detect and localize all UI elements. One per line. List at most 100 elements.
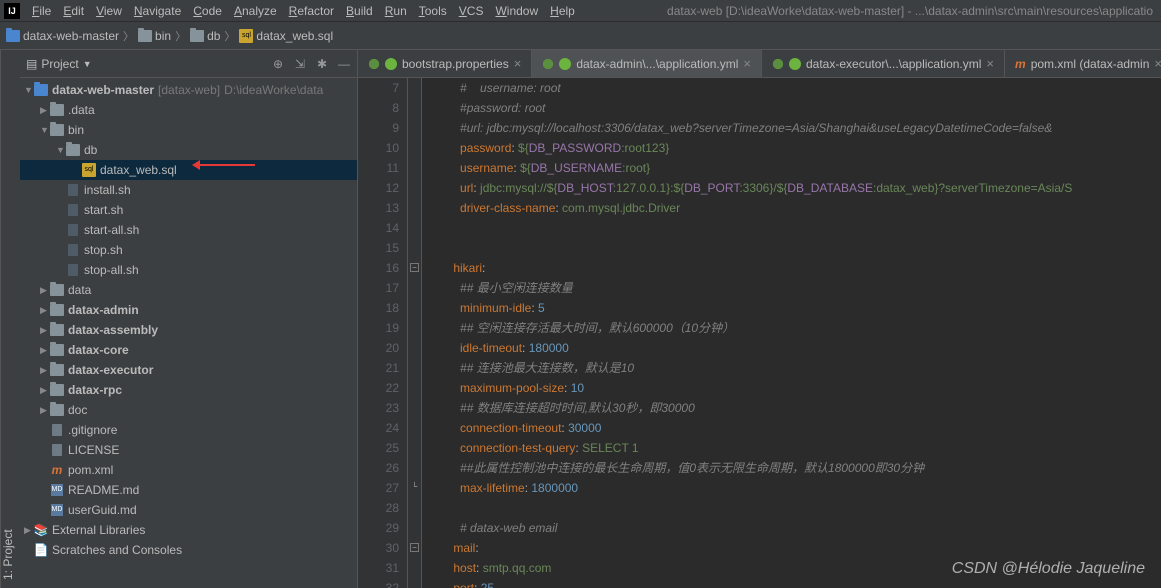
spring-icon [385, 58, 397, 70]
code-content[interactable]: # username: root #password: root #url: j… [422, 78, 1161, 588]
breadcrumb-item[interactable]: datax-web-master [6, 29, 119, 43]
menu-help[interactable]: Help [544, 2, 581, 20]
tree-item-external-libraries[interactable]: 📚External Libraries [20, 520, 357, 540]
expand-icon[interactable]: ⇲ [293, 57, 307, 71]
folder-icon [50, 304, 64, 316]
tree-arrow-icon[interactable] [40, 385, 50, 396]
locate-icon[interactable]: ⊕ [271, 57, 285, 71]
shell-file-icon [68, 204, 78, 216]
hide-icon[interactable]: — [337, 57, 351, 71]
tree-item-data[interactable]: data [20, 280, 357, 300]
tree-arrow-icon[interactable] [40, 365, 50, 376]
tree-item-db[interactable]: db [20, 140, 357, 160]
tree-item-start-sh[interactable]: start.sh [20, 200, 357, 220]
shell-file-icon [68, 264, 78, 276]
folder-icon [138, 30, 152, 42]
folder-icon [50, 384, 64, 396]
spring-icon [789, 58, 801, 70]
folder-icon [50, 364, 64, 376]
close-icon[interactable]: × [986, 56, 994, 71]
folder-icon [50, 104, 64, 116]
tree-item-userguid-md[interactable]: MDuserGuid.md [20, 500, 357, 520]
fold-toggle-icon[interactable]: └ [410, 483, 419, 492]
maven-icon: m [1015, 57, 1026, 71]
menu-view[interactable]: View [90, 2, 128, 20]
menu-analyze[interactable]: Analyze [228, 2, 283, 20]
tree-arrow-icon[interactable] [24, 85, 34, 95]
close-icon[interactable]: × [743, 56, 751, 71]
tree-item-datax-admin[interactable]: datax-admin [20, 300, 357, 320]
menu-navigate[interactable]: Navigate [128, 2, 187, 20]
folder-icon [50, 344, 64, 356]
tree-item--gitignore[interactable]: .gitignore [20, 420, 357, 440]
menu-run[interactable]: Run [379, 2, 413, 20]
folder-icon [6, 30, 20, 42]
menu-vcs[interactable]: VCS [453, 2, 490, 20]
close-icon[interactable]: × [1154, 56, 1161, 71]
folder-icon [50, 284, 64, 296]
menu-code[interactable]: Code [187, 2, 228, 20]
tree-arrow-icon[interactable] [40, 305, 50, 316]
menu-refactor[interactable]: Refactor [283, 2, 340, 20]
folder-icon [34, 84, 48, 96]
sql-file-icon: sql [82, 163, 96, 177]
menu-window[interactable]: Window [489, 2, 544, 20]
tree-item-doc[interactable]: doc [20, 400, 357, 420]
code-editor[interactable]: 7891011121314151617181920212223242526272… [358, 78, 1161, 588]
tree-arrow-icon[interactable] [40, 325, 50, 336]
tree-item-bin[interactable]: bin [20, 120, 357, 140]
tree-item-datax-assembly[interactable]: datax-assembly [20, 320, 357, 340]
tree-arrow-icon[interactable] [40, 105, 50, 116]
editor-tabs: bootstrap.properties×datax-admin\...\app… [358, 50, 1161, 78]
file-icon [52, 424, 62, 436]
tree-arrow-icon[interactable] [40, 345, 50, 356]
project-tool-tab[interactable]: 1: Project [0, 50, 20, 588]
tree-item-stop-all-sh[interactable]: stop-all.sh [20, 260, 357, 280]
markdown-icon: MD [51, 484, 63, 496]
tree-item-datax-rpc[interactable]: datax-rpc [20, 380, 357, 400]
fold-gutter[interactable]: − └ − [408, 78, 422, 588]
breadcrumb-item[interactable]: bin [138, 29, 171, 43]
tree-item-datax-executor[interactable]: datax-executor [20, 360, 357, 380]
tree-arrow-icon[interactable] [40, 405, 50, 416]
folder-icon [50, 124, 64, 136]
folder-icon [66, 144, 80, 156]
project-tree[interactable]: datax-web-master [datax-web] D:\ideaWork… [20, 78, 357, 588]
gear-icon[interactable]: ✱ [315, 57, 329, 71]
menu-tools[interactable]: Tools [413, 2, 453, 20]
tree-arrow-icon[interactable] [40, 285, 50, 296]
tree-arrow-icon[interactable] [24, 525, 34, 536]
tree-item-install-sh[interactable]: install.sh [20, 180, 357, 200]
tree-item-license[interactable]: LICENSE [20, 440, 357, 460]
markdown-icon: MD [51, 504, 63, 516]
menu-build[interactable]: Build [340, 2, 379, 20]
editor-tab[interactable]: datax-executor\...\application.yml× [762, 50, 1005, 77]
tree-item-datax-core[interactable]: datax-core [20, 340, 357, 360]
library-icon: 📚 [34, 523, 49, 537]
close-icon[interactable]: × [514, 56, 522, 71]
tree-item-pom-xml[interactable]: mpom.xml [20, 460, 357, 480]
fold-toggle-icon[interactable]: − [410, 543, 419, 552]
menu-file[interactable]: File [26, 2, 57, 20]
spring-icon [559, 58, 571, 70]
tree-item-datax-web-master[interactable]: datax-web-master [datax-web] D:\ideaWork… [20, 80, 357, 100]
editor-tab[interactable]: mpom.xml (datax-admin× [1005, 50, 1161, 77]
tree-item-start-all-sh[interactable]: start-all.sh [20, 220, 357, 240]
shell-file-icon [68, 184, 78, 196]
breadcrumb-item[interactable]: db [190, 29, 220, 43]
tree-item--data[interactable]: .data [20, 100, 357, 120]
chevron-down-icon[interactable]: ▼ [83, 59, 92, 69]
tree-arrow-icon[interactable] [56, 145, 66, 155]
editor-tab[interactable]: datax-admin\...\application.yml× [532, 50, 762, 77]
chevron-right-icon: 〉 [123, 28, 134, 44]
tree-item-readme-md[interactable]: MDREADME.md [20, 480, 357, 500]
line-gutter: 7891011121314151617181920212223242526272… [358, 78, 408, 588]
fold-toggle-icon[interactable]: − [410, 263, 419, 272]
tree-arrow-icon[interactable] [40, 125, 50, 135]
editor-tab[interactable]: bootstrap.properties× [358, 50, 532, 77]
menu-edit[interactable]: Edit [57, 2, 90, 20]
breadcrumb-item[interactable]: sqldatax_web.sql [239, 29, 333, 43]
tree-item-scratches-and-consoles[interactable]: 📄Scratches and Consoles [20, 540, 357, 560]
folder-icon [190, 30, 204, 42]
tree-item-stop-sh[interactable]: stop.sh [20, 240, 357, 260]
